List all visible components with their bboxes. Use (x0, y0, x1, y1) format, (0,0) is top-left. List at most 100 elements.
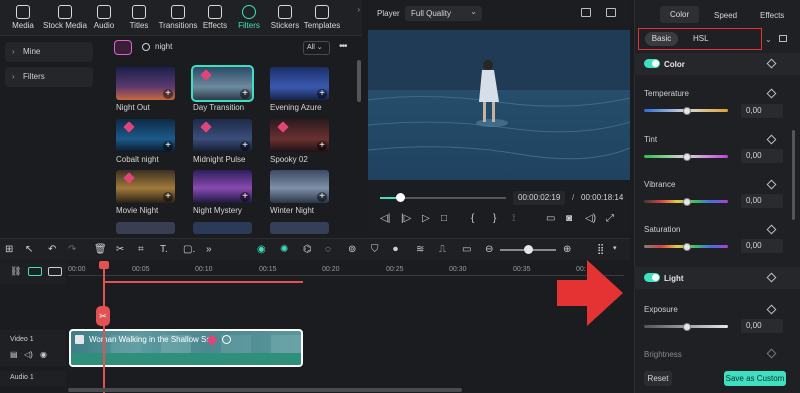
display-icon[interactable]: ▭ (462, 244, 471, 255)
playhead-handle[interactable] (99, 261, 109, 269)
quality-dropdown[interactable]: Full Quality (405, 4, 482, 21)
add-icon[interactable]: + (163, 192, 173, 202)
crop-icon[interactable]: ⌗ (138, 244, 144, 255)
play-reverse-icon[interactable]: |▷ (401, 213, 411, 224)
filter-thumb[interactable] (193, 222, 252, 234)
split-icon[interactable]: ✂ (116, 244, 124, 255)
vibrance-slider-handle[interactable] (683, 198, 691, 206)
effects-toggle-icon[interactable]: ✺ (280, 244, 288, 255)
playhead[interactable] (103, 263, 105, 393)
tint-slider-handle[interactable] (683, 153, 691, 161)
audio-mix-icon[interactable]: ⎍ (439, 244, 446, 255)
snapshot-icon[interactable] (606, 8, 616, 17)
tab-color[interactable]: Color (660, 6, 700, 23)
filter-thumb-midnight-pulse[interactable]: + (193, 119, 252, 152)
ai-tool-icon[interactable]: ⌬ (303, 244, 312, 255)
add-icon[interactable]: + (240, 192, 250, 202)
saturation-slider-handle[interactable] (683, 243, 691, 251)
volume-icon[interactable]: ◁) (585, 213, 596, 224)
filter-thumb-day-transition[interactable]: + (191, 65, 254, 102)
light-toggle[interactable] (644, 273, 660, 282)
exposure-value[interactable]: 0,00 (741, 319, 783, 333)
track-settings-icon[interactable] (48, 267, 62, 276)
filter-thumb-spooky-02[interactable]: + (270, 119, 329, 152)
microphone-icon[interactable]: ⏺ (393, 244, 398, 255)
stabilize-icon[interactable]: ⊚ (348, 244, 356, 255)
voiceover-icon[interactable]: ≋ (416, 244, 424, 255)
tab-speed[interactable]: Speed (714, 11, 737, 20)
add-icon[interactable]: + (240, 141, 250, 151)
tool-titles[interactable]: Titles (117, 3, 161, 35)
chevron-down-icon[interactable]: ▾ (613, 244, 617, 252)
exposure-slider-handle[interactable] (683, 323, 691, 331)
saturation-value[interactable]: 0,00 (741, 239, 783, 253)
filter-thumb-cobalt-night[interactable]: + (116, 119, 175, 152)
reset-button[interactable]: Reset (644, 371, 672, 386)
filter-thumb-evening-azure[interactable]: + (270, 67, 329, 100)
split-marker-icon[interactable]: ✂ (96, 306, 110, 326)
fullscreen-icon[interactable]: ⤢ (606, 213, 614, 224)
camera-icon[interactable]: ◙ (566, 213, 572, 224)
delete-icon[interactable]: 🗑 (94, 244, 107, 255)
eye-icon[interactable]: ◉ (40, 350, 47, 359)
shield-icon[interactable]: ⛉ (371, 244, 379, 255)
add-track-icon[interactable] (28, 267, 42, 276)
add-icon[interactable]: + (163, 89, 173, 99)
filter-thumb[interactable] (116, 222, 175, 234)
sidebar-item-mine[interactable]: Mine (5, 42, 93, 62)
filter-thumb-night-out[interactable]: + (116, 67, 175, 100)
properties-scrollbar[interactable] (792, 130, 795, 220)
expand-icon[interactable]: » (206, 244, 212, 255)
redo-icon[interactable]: ↷ (68, 244, 76, 255)
add-icon[interactable]: + (317, 192, 327, 202)
subtab-hsl[interactable]: HSL (693, 34, 709, 43)
link-icon[interactable]: ⛓ (10, 266, 21, 277)
marker-icon[interactable]: ⟟ (512, 213, 516, 224)
more-options-icon[interactable]: ••• (339, 41, 347, 52)
mark-out-icon[interactable]: } (493, 213, 496, 224)
display-icon[interactable]: ▭ (546, 213, 555, 224)
chevron-down-icon[interactable]: ⌄ (765, 35, 772, 44)
tab-effects[interactable]: Effects (760, 11, 784, 20)
temperature-value[interactable]: 0,00 (741, 104, 783, 118)
grid-layout-icon[interactable]: ⣿ (597, 244, 604, 255)
compare-icon[interactable] (779, 35, 787, 42)
sidebar-item-filters[interactable]: Filters (5, 67, 93, 87)
all-filter-dropdown[interactable]: All ⌄ (303, 41, 330, 55)
layout-icon[interactable]: ⊞ (5, 244, 13, 255)
more-tools-icon[interactable]: ▢. (183, 244, 195, 255)
stop-icon[interactable]: □ (441, 213, 447, 224)
filter-category-icon[interactable] (114, 40, 132, 55)
filter-thumb-winter-night[interactable]: + (270, 170, 329, 203)
filter-list-scrollbar[interactable] (357, 60, 361, 102)
zoom-out-icon[interactable]: ⊖ (485, 244, 493, 255)
add-icon[interactable]: + (240, 89, 250, 99)
zoom-slider-handle[interactable] (524, 245, 533, 254)
render-icon[interactable]: ◉ (257, 244, 266, 255)
zoom-in-icon[interactable]: ⊕ (563, 244, 571, 255)
text-icon[interactable]: T. (160, 244, 168, 255)
temperature-slider-handle[interactable] (683, 107, 691, 115)
add-icon[interactable]: + (317, 89, 327, 99)
add-icon[interactable]: + (317, 141, 327, 151)
filter-thumb-night-mystery[interactable]: + (193, 170, 252, 203)
mute-icon[interactable]: ◁) (24, 350, 33, 359)
toolbar-more-button[interactable]: › (340, 3, 360, 35)
tint-value[interactable]: 0,00 (741, 149, 783, 163)
mark-in-icon[interactable]: { (471, 213, 474, 224)
previous-frame-icon[interactable]: ◁| (380, 213, 390, 224)
add-icon[interactable]: + (163, 141, 173, 151)
tool-templates[interactable]: Templates (301, 3, 343, 35)
scrubber-handle[interactable] (396, 193, 405, 202)
timeline-ruler[interactable] (68, 275, 624, 276)
play-icon[interactable]: ▷ (422, 213, 430, 224)
search-input[interactable]: night (155, 42, 172, 51)
grid-view-icon[interactable] (581, 8, 591, 17)
subtab-basic[interactable]: Basic (645, 32, 678, 46)
filter-thumb[interactable] (270, 222, 329, 234)
save-as-custom-button[interactable]: Save as Custom (724, 371, 786, 386)
color-toggle[interactable] (644, 59, 660, 68)
undo-icon[interactable]: ↶ (48, 244, 56, 255)
filter-thumb-movie-night[interactable]: + (116, 170, 175, 203)
vibrance-value[interactable]: 0,00 (741, 194, 783, 208)
